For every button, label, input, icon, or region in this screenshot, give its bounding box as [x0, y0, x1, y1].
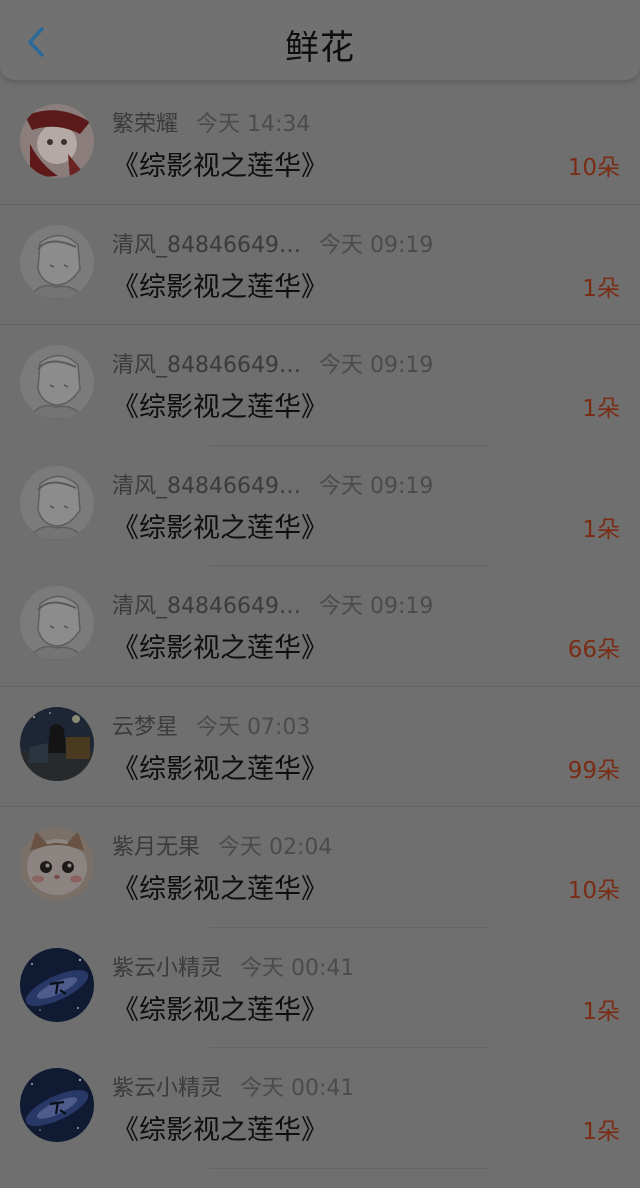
sender-info: 清风_84846649… 今天 09:19: [112, 588, 433, 620]
sender-name[interactable]: 紫月无果: [112, 835, 200, 860]
sender-name[interactable]: 清风_84846649…: [112, 474, 301, 499]
sender-info: 清风_84846649… 今天 09:19: [112, 347, 433, 379]
flowers-page: 鲜花 繁荣耀 今天 14:34 《综影视之莲华》 10朵 清风_84846649… 今天…: [0, 0, 640, 1188]
sender-name[interactable]: 清风_84846649…: [112, 594, 301, 619]
timestamp: 今天 09:19: [318, 594, 434, 619]
sender-name[interactable]: 紫云小精灵: [112, 956, 222, 981]
avatar[interactable]: [20, 947, 94, 1022]
list-item[interactable]: 云梦星 今天 07:03 《综影视之莲华》 99朵: [0, 687, 640, 807]
timestamp: 今天 02:04: [218, 835, 333, 860]
list-item[interactable]: 清风_84846649… 今天 09:19 《综影视之莲华》 66朵: [0, 566, 640, 687]
timestamp: 今天 14:34: [196, 112, 311, 137]
book-title[interactable]: 《综影视之莲华》: [112, 506, 328, 545]
list-item[interactable]: 清风_84846649… 今天 09:19 《综影视之莲华》 1朵: [0, 446, 640, 566]
flower-count: 10朵: [567, 155, 620, 181]
list-item[interactable]: 紫云小精灵 今天 00:41 《综影视之莲华》 1朵: [0, 928, 640, 1048]
sender-name[interactable]: 紫云小精灵: [112, 1076, 222, 1101]
list-item[interactable]: 紫云小精灵 今天 00:41 《综影视之莲华》 1朵: [0, 1048, 640, 1169]
sender-name[interactable]: 清风_84846649…: [112, 233, 301, 258]
avatar[interactable]: [20, 465, 94, 540]
book-title[interactable]: 《综影视之莲华》: [112, 265, 328, 304]
avatar[interactable]: [20, 224, 94, 299]
timestamp: 今天 00:41: [240, 1076, 355, 1101]
sender-info: 紫云小精灵 今天 00:41: [112, 1070, 354, 1102]
list-item[interactable]: 清风_84846649… 今天 09:19 《综影视之莲华》 1朵: [0, 325, 640, 446]
flower-count: 10朵: [567, 878, 620, 904]
flower-count: 1朵: [582, 1119, 620, 1145]
avatar[interactable]: [20, 345, 94, 419]
avatar[interactable]: [20, 827, 94, 901]
flower-count: 1朵: [582, 396, 620, 422]
top-bar: 鲜花: [0, 0, 640, 80]
book-title[interactable]: 《综影视之莲华》: [112, 385, 328, 424]
flower-count: 1朵: [582, 998, 620, 1025]
sender-info: 清风_84846649… 今天 09:19: [112, 227, 433, 259]
book-title[interactable]: 《综影视之莲华》: [112, 1108, 328, 1147]
timestamp: 今天 09:19: [318, 473, 434, 499]
flower-count: 66朵: [567, 637, 620, 663]
sender-info: 繁荣耀 今天 14:34: [112, 106, 310, 138]
list-item[interactable]: 繁荣耀 今天 14:34 《综影视之莲华》 10朵: [0, 84, 640, 205]
avatar[interactable]: [20, 706, 94, 781]
timestamp: 今天 09:19: [318, 232, 434, 258]
timestamp: 今天 09:19: [318, 353, 434, 378]
book-title[interactable]: 《综影视之莲华》: [112, 867, 328, 906]
list-item[interactable]: 紫月无果 今天 02:04 《综影视之莲华》 10朵: [0, 807, 640, 928]
sender-info: 云梦星 今天 07:03: [112, 709, 310, 741]
list-item[interactable]: 清风_84846649… 今天 09:19 《综影视之莲华》 1朵: [0, 205, 640, 325]
sender-name[interactable]: 云梦星: [112, 715, 178, 740]
book-title[interactable]: 《综影视之莲华》: [112, 144, 328, 183]
avatar[interactable]: [20, 104, 94, 178]
book-title[interactable]: 《综影视之莲华》: [112, 988, 328, 1027]
page-title: 鲜花: [285, 28, 355, 68]
avatar[interactable]: [20, 586, 94, 660]
sender-info: 紫云小精灵 今天 00:41: [112, 950, 354, 982]
sender-info: 紫月无果 今天 02:04: [112, 829, 332, 861]
book-title[interactable]: 《综影视之莲华》: [112, 626, 328, 665]
sender-info: 清风_84846649… 今天 09:19: [112, 468, 433, 500]
flower-count: 99朵: [567, 757, 620, 784]
sender-name[interactable]: 繁荣耀: [112, 112, 178, 137]
book-title[interactable]: 《综影视之莲华》: [112, 747, 328, 786]
flower-count: 1朵: [582, 516, 620, 543]
row-divider: [210, 1167, 490, 1169]
timestamp: 今天 00:41: [240, 955, 355, 981]
sender-name[interactable]: 清风_84846649…: [112, 353, 301, 378]
flower-list: 繁荣耀 今天 14:34 《综影视之莲华》 10朵 清风_84846649… 今天 09…: [0, 84, 640, 1169]
timestamp: 今天 07:03: [196, 714, 311, 740]
avatar[interactable]: [20, 1068, 94, 1142]
flower-count: 1朵: [582, 275, 620, 302]
